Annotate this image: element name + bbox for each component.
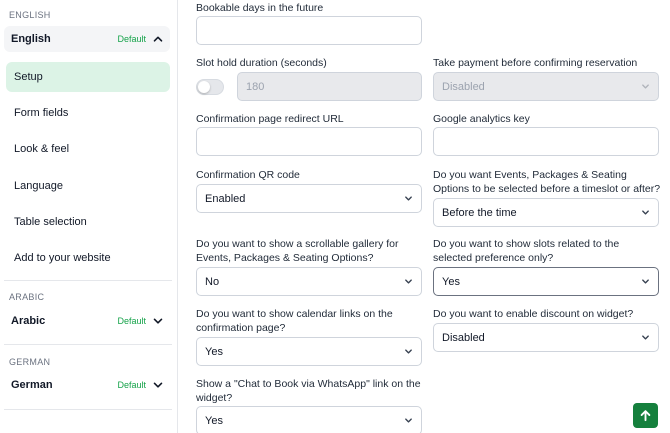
select-value: No (205, 275, 220, 288)
chevron-down-icon (153, 380, 163, 390)
redirect-url-label: Confirmation page redirect URL (196, 113, 344, 125)
bookable-days-label: Bookable days in the future (196, 2, 324, 14)
options-before-select[interactable]: Before the time (433, 198, 659, 227)
menu-item-setup[interactable]: Setup (6, 62, 170, 92)
scrollable-gallery-label: Do you want to show a scrollable gallery… (196, 237, 426, 265)
calendar-links-label: Do you want to show calendar links on th… (196, 307, 426, 335)
label-line: selected preference only? (433, 252, 554, 264)
chevron-down-icon (404, 194, 413, 203)
chevron-down-icon (404, 277, 413, 286)
discount-select[interactable]: Disabled (433, 323, 659, 352)
menu-item-look-feel[interactable]: Look & feel (6, 134, 170, 164)
chevron-down-icon (404, 416, 413, 425)
qr-code-label: Confirmation QR code (196, 169, 300, 181)
default-badge: Default (117, 34, 146, 44)
menu-item-form-fields[interactable]: Form fields (6, 98, 170, 128)
divider (4, 344, 172, 345)
whatsapp-label: Show a "Chat to Book via WhatsApp" link … (196, 377, 426, 405)
language-name: English (11, 33, 51, 45)
language-toggle-german[interactable]: German Default (4, 372, 170, 398)
menu-item-language[interactable]: Language (6, 171, 170, 201)
language-toggle-english[interactable]: English Default (4, 26, 170, 52)
language-toggle-arabic[interactable]: Arabic Default (4, 308, 170, 334)
label-line: Options to be selected before a timeslot… (433, 183, 661, 195)
select-value: Yes (442, 275, 460, 288)
label-line: Do you want to show calendar links on th… (196, 308, 393, 320)
redirect-url-input[interactable] (196, 127, 422, 156)
chevron-up-icon (153, 34, 163, 44)
chevron-down-icon (404, 347, 413, 356)
label-line: confirmation page? (196, 322, 286, 334)
select-value: Enabled (205, 192, 246, 205)
language-name: German (11, 379, 53, 391)
related-slots-label: Do you want to show slots related to the… (433, 237, 663, 265)
group-heading-german: GERMAN (9, 357, 51, 367)
arrow-up-icon (639, 409, 652, 422)
label-line: Do you want Events, Packages & Seating (433, 169, 627, 181)
whatsapp-select[interactable]: Yes (196, 406, 422, 433)
divider (4, 280, 172, 281)
chevron-down-icon (641, 82, 650, 91)
slot-hold-label: Slot hold duration (seconds) (196, 57, 327, 69)
slot-hold-input[interactable] (237, 72, 422, 101)
calendar-links-select[interactable]: Yes (196, 337, 422, 366)
default-badge: Default (117, 316, 146, 326)
options-before-label: Do you want Events, Packages & Seating O… (433, 168, 663, 196)
select-value: Disabled (442, 80, 485, 93)
select-value: Disabled (442, 331, 485, 344)
select-value: Yes (205, 345, 223, 358)
scrollable-gallery-select[interactable]: No (196, 267, 422, 296)
related-slots-select[interactable]: Yes (433, 267, 659, 296)
chevron-down-icon (153, 316, 163, 326)
chevron-down-icon (641, 277, 650, 286)
group-heading-english: ENGLISH (9, 10, 51, 20)
label-line: Do you want to show a scrollable gallery… (196, 238, 399, 250)
slot-hold-toggle[interactable] (196, 79, 224, 95)
discount-label: Do you want to enable discount on widget… (433, 308, 634, 320)
group-heading-arabic: ARABIC (9, 292, 45, 302)
select-value: Before the time (442, 206, 517, 219)
menu-item-table-selection[interactable]: Table selection (6, 207, 170, 237)
take-payment-label: Take payment before confirming reservati… (433, 57, 638, 69)
label-line: Events, Packages & Seating Options? (196, 252, 374, 264)
language-name: Arabic (11, 315, 46, 327)
settings-sidebar: ENGLISH English Default Setup Form field… (0, 0, 178, 433)
chevron-down-icon (641, 333, 650, 342)
scroll-to-top-button[interactable] (633, 403, 658, 428)
default-badge: Default (117, 380, 146, 390)
label-line: Show a "Chat to Book via WhatsApp" link … (196, 378, 421, 390)
bookable-days-input[interactable] (196, 16, 422, 45)
toggle-knob (198, 81, 210, 93)
divider (4, 409, 172, 410)
qr-code-select[interactable]: Enabled (196, 184, 422, 213)
chevron-down-icon (641, 208, 650, 217)
setup-form: Bookable days in the future Slot hold du… (179, 0, 670, 433)
select-value: Yes (205, 414, 223, 427)
label-line: widget? (196, 392, 233, 404)
label-line: Do you want to show slots related to the (433, 238, 620, 250)
menu-item-add-to-website[interactable]: Add to your website (6, 243, 170, 273)
analytics-key-input[interactable] (433, 127, 659, 156)
analytics-key-label: Google analytics key (433, 113, 530, 125)
take-payment-select[interactable]: Disabled (433, 72, 659, 101)
